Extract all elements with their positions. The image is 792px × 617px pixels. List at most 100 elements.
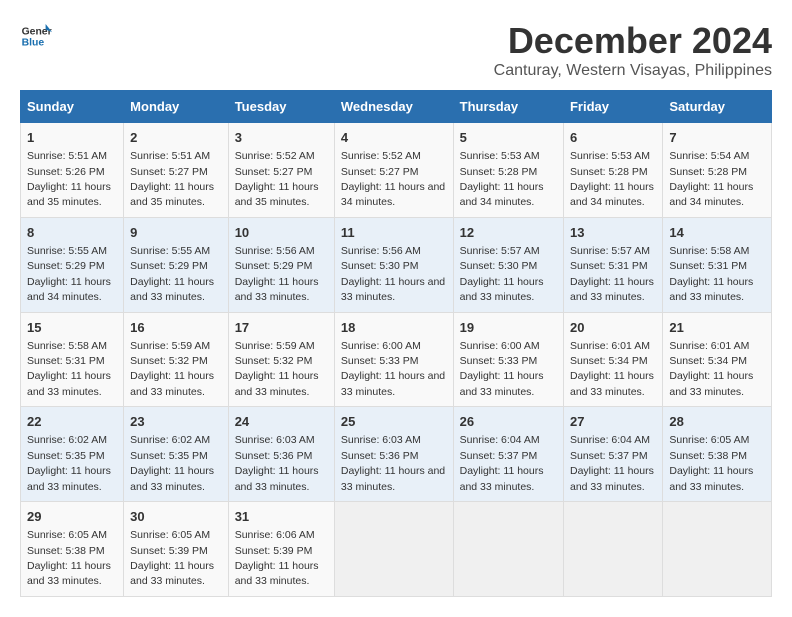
header-sunday: Sunday: [21, 91, 124, 123]
day-info: Sunrise: 5:58 AMSunset: 5:31 PMDaylight:…: [27, 340, 111, 398]
day-cell: 4 Sunrise: 5:52 AMSunset: 5:27 PMDaylight…: [334, 123, 453, 218]
day-cell: 26Sunrise: 6:04 AMSunset: 5:37 PMDayligh…: [453, 407, 563, 502]
calendar-table: SundayMondayTuesdayWednesdayThursdayFrid…: [20, 90, 772, 597]
day-cell: [663, 502, 772, 597]
title-area: December 2024 Canturay, Western Visayas,…: [494, 20, 772, 80]
day-cell: 2 Sunrise: 5:51 AMSunset: 5:27 PMDaylight…: [124, 123, 229, 218]
day-cell: 27 Sunrise: 6:04 AMSunset: 5:37 PMDayligh…: [563, 407, 662, 502]
day-info: Sunrise: 5:55 AMSunset: 5:29 PMDaylight:…: [130, 245, 214, 303]
subtitle: Canturay, Western Visayas, Philippines: [494, 62, 772, 80]
day-number: 31: [235, 508, 328, 526]
week-row-1: 1Sunrise: 5:51 AMSunset: 5:26 PMDaylight…: [21, 123, 772, 218]
logo-icon: General Blue: [20, 20, 52, 52]
day-info: Sunrise: 5:52 AMSunset: 5:27 PMDaylight:…: [341, 150, 445, 208]
week-row-5: 29Sunrise: 6:05 AMSunset: 5:38 PMDayligh…: [21, 502, 772, 597]
day-cell: 6 Sunrise: 5:53 AMSunset: 5:28 PMDaylight…: [563, 123, 662, 218]
day-info: Sunrise: 5:57 AMSunset: 5:31 PMDaylight:…: [570, 245, 654, 303]
day-number: 25: [341, 413, 447, 431]
day-number: 2: [130, 129, 222, 147]
header-wednesday: Wednesday: [334, 91, 453, 123]
day-cell: 9 Sunrise: 5:55 AMSunset: 5:29 PMDaylight…: [124, 217, 229, 312]
week-row-4: 22 Sunrise: 6:02 AMSunset: 5:35 PMDayligh…: [21, 407, 772, 502]
day-number: 13: [570, 224, 656, 242]
day-cell: 20Sunrise: 6:01 AMSunset: 5:34 PMDayligh…: [563, 312, 662, 407]
day-number: 1: [27, 129, 117, 147]
week-row-2: 8 Sunrise: 5:55 AMSunset: 5:29 PMDaylight…: [21, 217, 772, 312]
day-info: Sunrise: 5:52 AMSunset: 5:27 PMDaylight:…: [235, 150, 319, 208]
day-number: 24: [235, 413, 328, 431]
calendar-header-row: SundayMondayTuesdayWednesdayThursdayFrid…: [21, 91, 772, 123]
day-info: Sunrise: 5:54 AMSunset: 5:28 PMDaylight:…: [669, 150, 753, 208]
day-cell: 31Sunrise: 6:06 AMSunset: 5:39 PMDayligh…: [228, 502, 334, 597]
day-number: 17: [235, 319, 328, 337]
day-cell: 12Sunrise: 5:57 AMSunset: 5:30 PMDayligh…: [453, 217, 563, 312]
day-cell: 28 Sunrise: 6:05 AMSunset: 5:38 PMDayligh…: [663, 407, 772, 502]
day-cell: 15 Sunrise: 5:58 AMSunset: 5:31 PMDayligh…: [21, 312, 124, 407]
day-number: 27: [570, 413, 656, 431]
day-number: 5: [460, 129, 557, 147]
logo: General Blue: [20, 20, 52, 52]
day-cell: [563, 502, 662, 597]
day-cell: 3 Sunrise: 5:52 AMSunset: 5:27 PMDaylight…: [228, 123, 334, 218]
header-thursday: Thursday: [453, 91, 563, 123]
day-cell: 16 Sunrise: 5:59 AMSunset: 5:32 PMDayligh…: [124, 312, 229, 407]
day-info: Sunrise: 6:02 AMSunset: 5:35 PMDaylight:…: [27, 434, 111, 492]
day-info: Sunrise: 5:59 AMSunset: 5:32 PMDaylight:…: [130, 340, 214, 398]
day-number: 3: [235, 129, 328, 147]
header: General Blue December 2024 Canturay, Wes…: [20, 20, 772, 80]
day-cell: [453, 502, 563, 597]
header-monday: Monday: [124, 91, 229, 123]
day-number: 22: [27, 413, 117, 431]
day-number: 21: [669, 319, 765, 337]
day-cell: 30Sunrise: 6:05 AMSunset: 5:39 PMDayligh…: [124, 502, 229, 597]
day-cell: 5 Sunrise: 5:53 AMSunset: 5:28 PMDaylight…: [453, 123, 563, 218]
day-cell: 25 Sunrise: 6:03 AMSunset: 5:36 PMDayligh…: [334, 407, 453, 502]
day-info: Sunrise: 5:53 AMSunset: 5:28 PMDaylight:…: [570, 150, 654, 208]
day-number: 20: [570, 319, 656, 337]
day-info: Sunrise: 5:57 AMSunset: 5:30 PMDaylight:…: [460, 245, 544, 303]
day-info: Sunrise: 5:58 AMSunset: 5:31 PMDaylight:…: [669, 245, 753, 303]
day-cell: 10 Sunrise: 5:56 AMSunset: 5:29 PMDayligh…: [228, 217, 334, 312]
day-info: Sunrise: 6:03 AMSunset: 5:36 PMDaylight:…: [341, 434, 445, 492]
day-cell: 17 Sunrise: 5:59 AMSunset: 5:32 PMDayligh…: [228, 312, 334, 407]
day-number: 18: [341, 319, 447, 337]
day-number: 26: [460, 413, 557, 431]
day-number: 28: [669, 413, 765, 431]
header-friday: Friday: [563, 91, 662, 123]
day-cell: 24Sunrise: 6:03 AMSunset: 5:36 PMDayligh…: [228, 407, 334, 502]
day-cell: 14 Sunrise: 5:58 AMSunset: 5:31 PMDayligh…: [663, 217, 772, 312]
day-number: 10: [235, 224, 328, 242]
day-cell: 23 Sunrise: 6:02 AMSunset: 5:35 PMDayligh…: [124, 407, 229, 502]
day-info: Sunrise: 5:56 AMSunset: 5:30 PMDaylight:…: [341, 245, 445, 303]
day-info: Sunrise: 6:00 AMSunset: 5:33 PMDaylight:…: [341, 340, 445, 398]
header-saturday: Saturday: [663, 91, 772, 123]
day-number: 9: [130, 224, 222, 242]
day-cell: 11Sunrise: 5:56 AMSunset: 5:30 PMDayligh…: [334, 217, 453, 312]
day-number: 15: [27, 319, 117, 337]
day-info: Sunrise: 5:53 AMSunset: 5:28 PMDaylight:…: [460, 150, 544, 208]
day-number: 23: [130, 413, 222, 431]
day-info: Sunrise: 6:02 AMSunset: 5:35 PMDaylight:…: [130, 434, 214, 492]
svg-text:Blue: Blue: [22, 38, 45, 49]
day-number: 19: [460, 319, 557, 337]
day-info: Sunrise: 6:01 AMSunset: 5:34 PMDaylight:…: [669, 340, 753, 398]
day-number: 14: [669, 224, 765, 242]
day-number: 6: [570, 129, 656, 147]
day-number: 7: [669, 129, 765, 147]
day-cell: 21 Sunrise: 6:01 AMSunset: 5:34 PMDayligh…: [663, 312, 772, 407]
day-info: Sunrise: 6:05 AMSunset: 5:38 PMDaylight:…: [669, 434, 753, 492]
day-cell: 1Sunrise: 5:51 AMSunset: 5:26 PMDaylight…: [21, 123, 124, 218]
day-cell: 8Sunrise: 5:55 AMSunset: 5:29 PMDaylight…: [21, 217, 124, 312]
day-info: Sunrise: 5:56 AMSunset: 5:29 PMDaylight:…: [235, 245, 319, 303]
day-info: Sunrise: 6:04 AMSunset: 5:37 PMDaylight:…: [570, 434, 654, 492]
day-info: Sunrise: 5:59 AMSunset: 5:32 PMDaylight:…: [235, 340, 319, 398]
day-cell: [334, 502, 453, 597]
day-number: 8: [27, 224, 117, 242]
day-info: Sunrise: 6:05 AMSunset: 5:39 PMDaylight:…: [130, 529, 214, 587]
day-cell: 22 Sunrise: 6:02 AMSunset: 5:35 PMDayligh…: [21, 407, 124, 502]
day-cell: 29Sunrise: 6:05 AMSunset: 5:38 PMDayligh…: [21, 502, 124, 597]
day-number: 4: [341, 129, 447, 147]
day-cell: 7 Sunrise: 5:54 AMSunset: 5:28 PMDaylight…: [663, 123, 772, 218]
day-number: 16: [130, 319, 222, 337]
day-info: Sunrise: 5:51 AMSunset: 5:27 PMDaylight:…: [130, 150, 214, 208]
